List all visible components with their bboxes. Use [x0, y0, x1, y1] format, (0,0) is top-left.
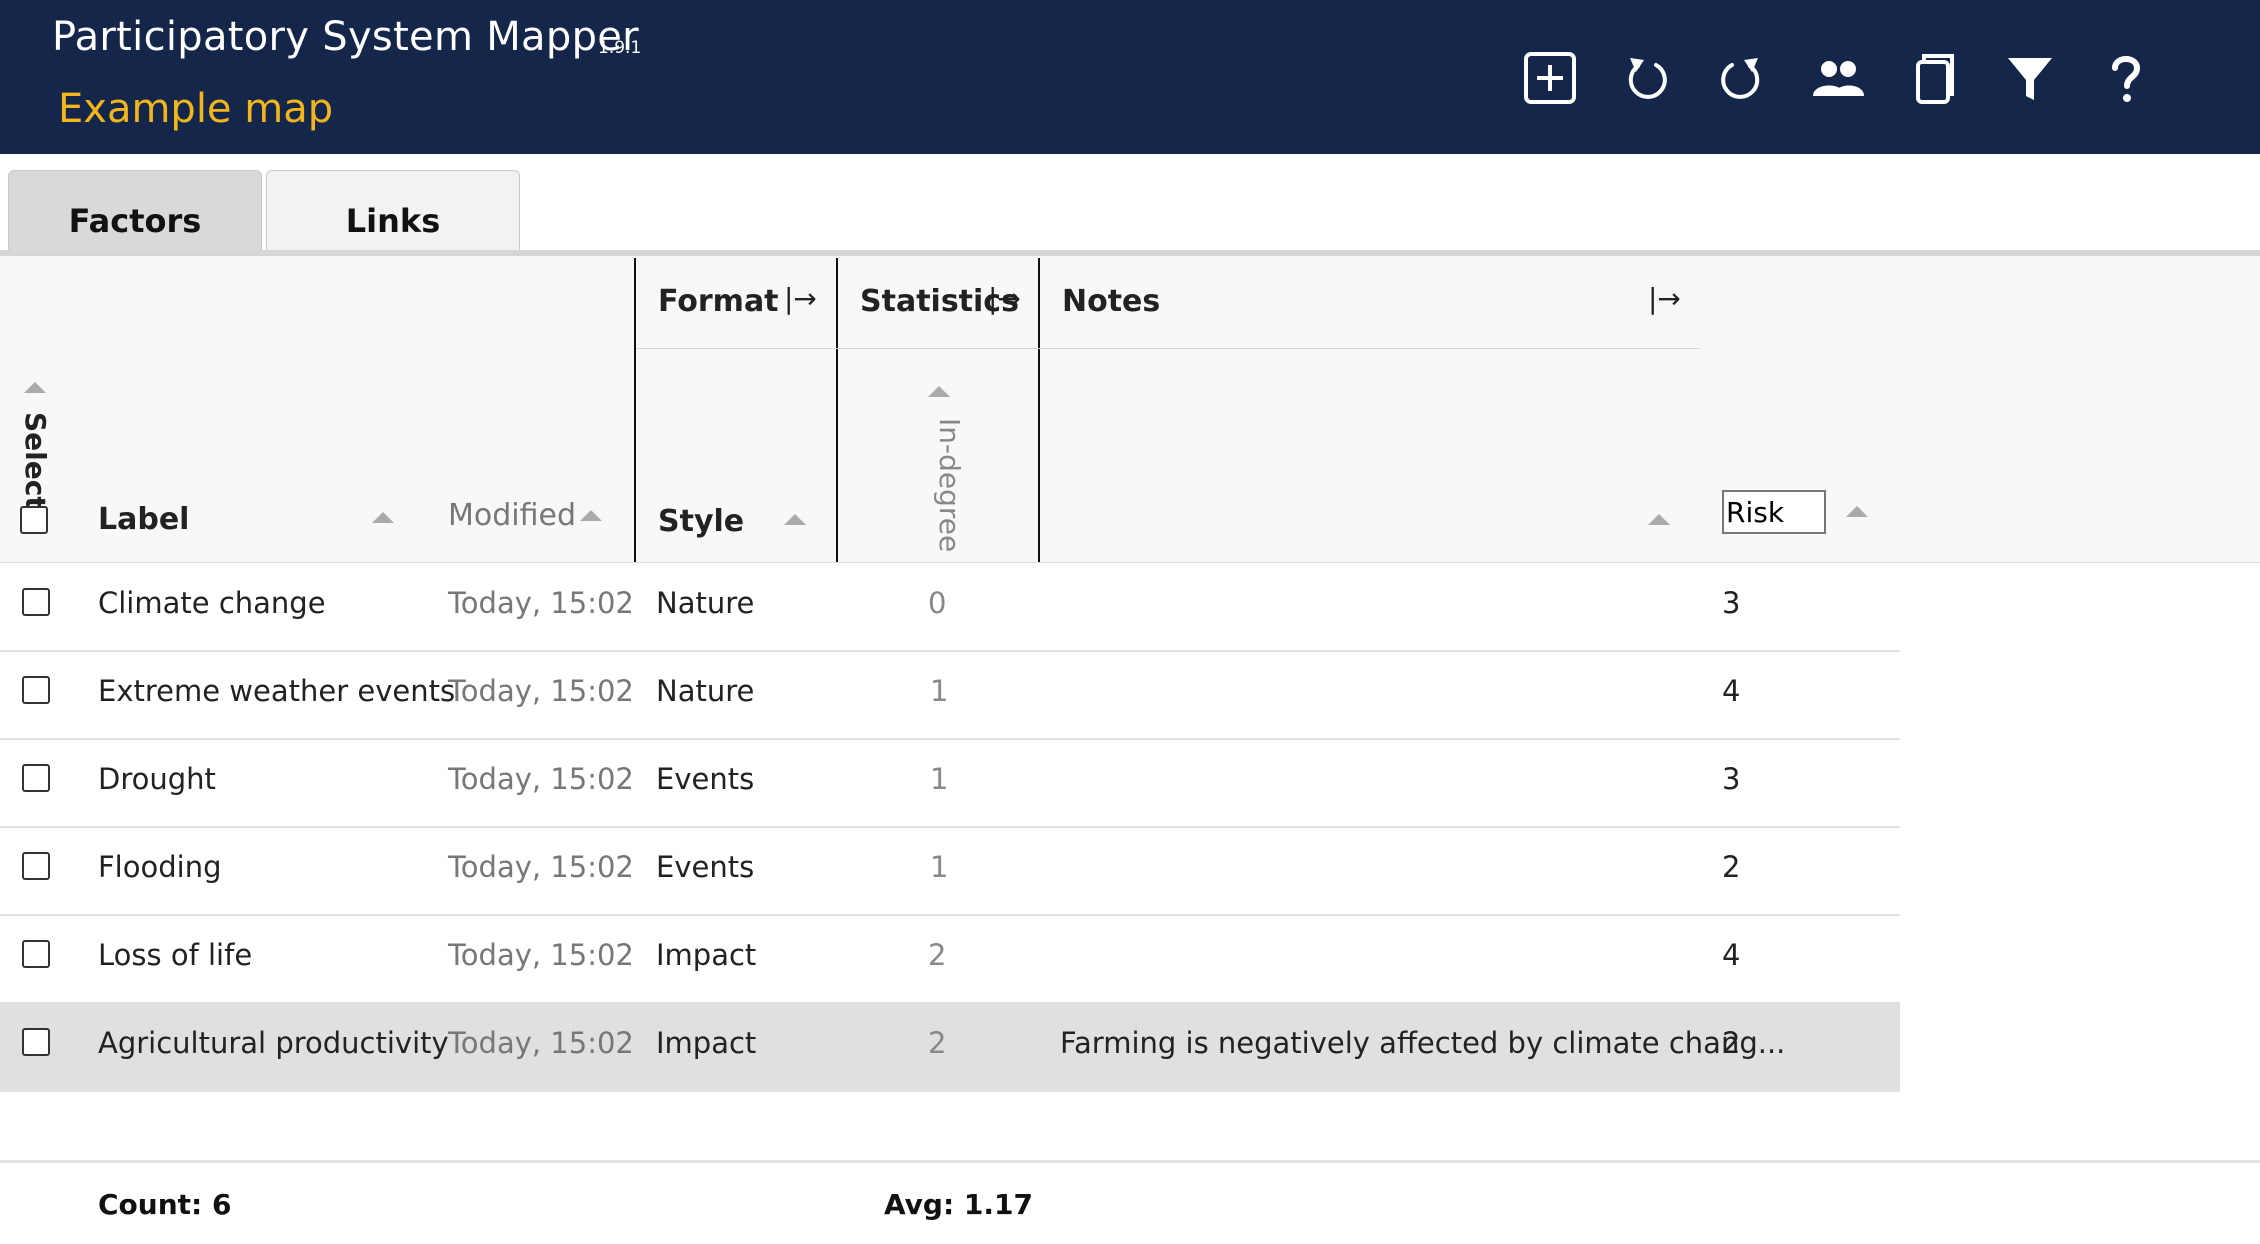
table-row[interactable]: Loss of life Today, 15:02 Impact 2 4: [0, 914, 1900, 1004]
cell-risk[interactable]: 2: [1722, 1026, 1740, 1060]
column-divider: [1038, 258, 1040, 562]
cell-style[interactable]: Impact: [656, 938, 756, 972]
cell-in-degree: 0: [928, 586, 947, 620]
group-header-divider: [636, 348, 1700, 349]
copy-icon[interactable]: [1904, 48, 1964, 108]
users-icon[interactable]: [1808, 48, 1868, 108]
row-checkbox[interactable]: [22, 676, 50, 704]
collapse-statistics-icon[interactable]: |→: [988, 282, 1021, 315]
column-header-modified[interactable]: Modified: [448, 498, 576, 533]
tab-links[interactable]: Links: [266, 170, 520, 252]
cell-style[interactable]: Impact: [656, 1026, 756, 1060]
cell-notes[interactable]: Farming is negatively affected by climat…: [1060, 1026, 1785, 1060]
cell-style[interactable]: Events: [656, 850, 754, 884]
app-header: Participatory System Mapper 1.9.1 Exampl…: [0, 0, 2260, 154]
column-header-style[interactable]: Style: [658, 504, 744, 539]
cell-in-degree: 1: [930, 674, 949, 708]
column-header-in-degree[interactable]: In-degree: [933, 418, 966, 552]
cell-in-degree: 2: [928, 938, 947, 972]
footer-count: Count: 6: [98, 1188, 232, 1221]
column-header-label[interactable]: Label: [98, 502, 189, 537]
cell-label[interactable]: Agricultural productivity: [98, 1026, 449, 1060]
help-icon[interactable]: [2096, 48, 2156, 108]
cell-label[interactable]: Climate change: [98, 586, 326, 620]
table-row[interactable]: Extreme weather events Today, 15:02 Natu…: [0, 650, 1900, 740]
cell-modified: Today, 15:02: [448, 1026, 634, 1060]
cell-risk[interactable]: 3: [1722, 586, 1740, 620]
map-title[interactable]: Example map: [58, 86, 333, 132]
sort-select-icon[interactable]: [24, 382, 46, 393]
cell-label[interactable]: Extreme weather events: [98, 674, 455, 708]
row-checkbox[interactable]: [22, 1028, 50, 1056]
filter-icon[interactable]: [2000, 48, 2060, 108]
group-header-format: Format: [658, 284, 779, 319]
cell-label[interactable]: Loss of life: [98, 938, 252, 972]
cell-modified: Today, 15:02: [448, 850, 634, 884]
sort-modified-icon[interactable]: [580, 510, 602, 521]
cell-risk[interactable]: 2: [1722, 850, 1740, 884]
cell-in-degree: 1: [930, 850, 949, 884]
redo-icon[interactable]: [1712, 48, 1772, 108]
column-divider: [836, 258, 838, 562]
footer-avg: Avg: 1.17: [884, 1188, 1033, 1221]
cell-style[interactable]: Events: [656, 762, 754, 796]
table-row[interactable]: Flooding Today, 15:02 Events 1 2: [0, 826, 1900, 916]
cell-modified: Today, 15:02: [448, 586, 634, 620]
sort-label-icon[interactable]: [372, 512, 394, 523]
sort-risk-icon[interactable]: [1846, 506, 1868, 517]
cell-in-degree: 1: [930, 762, 949, 796]
column-header-select: Select: [19, 412, 52, 510]
cell-in-degree: 2: [928, 1026, 947, 1060]
column-divider: [634, 258, 636, 562]
undo-icon[interactable]: [1616, 48, 1676, 108]
sort-in-degree-icon[interactable]: [928, 386, 950, 397]
select-all-checkbox[interactable]: [20, 506, 48, 534]
row-checkbox[interactable]: [22, 764, 50, 792]
app-version: 1.9.1: [598, 38, 642, 58]
sort-notes-icon[interactable]: [1648, 514, 1670, 525]
cell-risk[interactable]: 4: [1722, 938, 1740, 972]
row-checkbox[interactable]: [22, 852, 50, 880]
collapse-format-icon[interactable]: |→: [784, 282, 817, 315]
add-node-icon[interactable]: [1520, 48, 1580, 108]
risk-column-filter-input[interactable]: [1722, 490, 1826, 534]
cell-risk[interactable]: 3: [1722, 762, 1740, 796]
group-header-notes: Notes: [1062, 284, 1161, 319]
footer-divider: [0, 1160, 2260, 1163]
cell-modified: Today, 15:02: [448, 674, 634, 708]
cell-risk[interactable]: 4: [1722, 674, 1740, 708]
app-title: Participatory System Mapper: [52, 14, 639, 60]
sort-style-icon[interactable]: [784, 514, 806, 525]
tab-factors[interactable]: Factors: [8, 170, 262, 252]
collapse-notes-icon[interactable]: |→: [1648, 282, 1681, 315]
cell-style[interactable]: Nature: [656, 674, 754, 708]
cell-modified: Today, 15:02: [448, 762, 634, 796]
table-row[interactable]: Climate change Today, 15:02 Nature 0 3: [0, 562, 1900, 652]
cell-label[interactable]: Drought: [98, 762, 216, 796]
row-checkbox[interactable]: [22, 588, 50, 616]
cell-style[interactable]: Nature: [656, 586, 754, 620]
table-row-selected[interactable]: Agricultural productivity Today, 15:02 I…: [0, 1002, 1900, 1092]
cell-label[interactable]: Flooding: [98, 850, 221, 884]
row-checkbox[interactable]: [22, 940, 50, 968]
table-row[interactable]: Drought Today, 15:02 Events 1 3: [0, 738, 1900, 828]
cell-modified: Today, 15:02: [448, 938, 634, 972]
